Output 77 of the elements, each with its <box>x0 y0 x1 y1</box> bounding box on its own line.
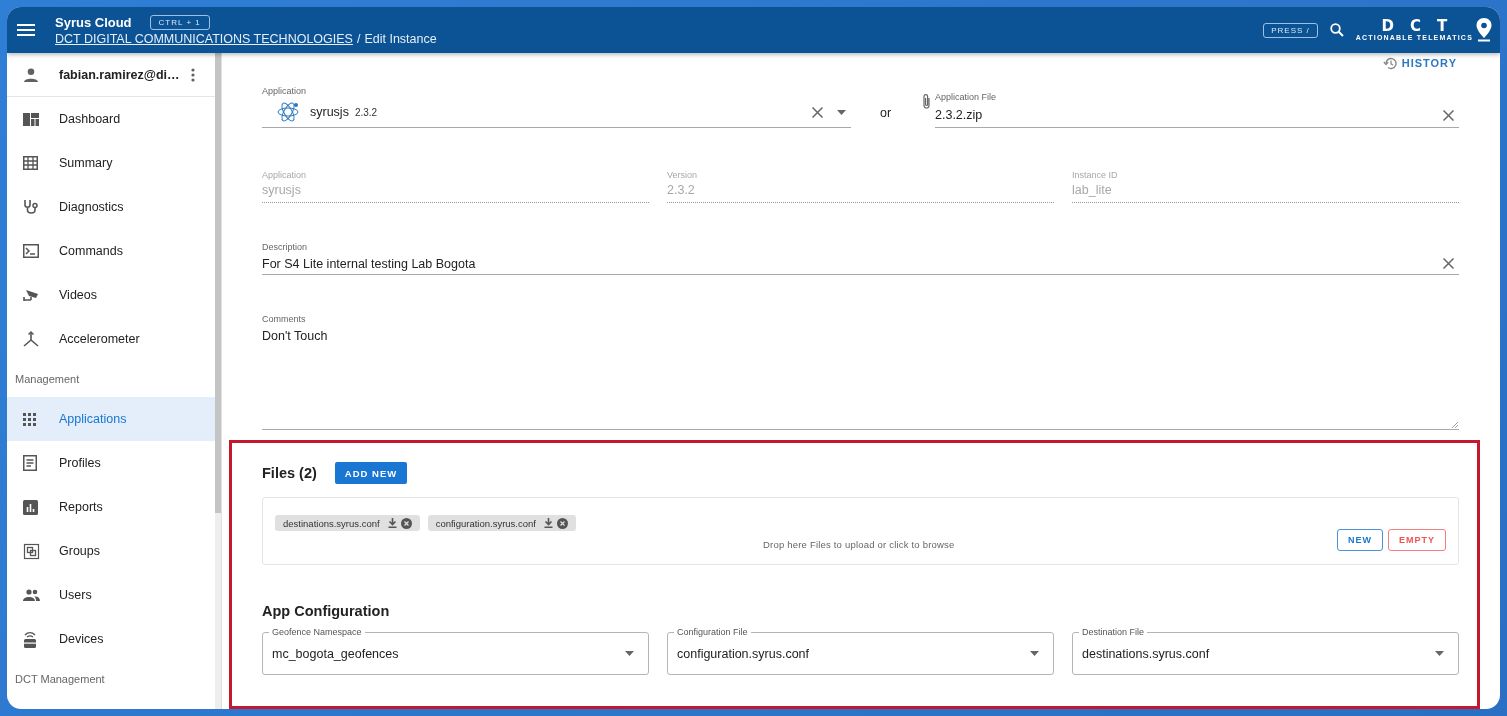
sidebar-item[interactable]: Applications <box>7 397 215 441</box>
add-new-button[interactable]: ADD NEW <box>334 462 408 484</box>
atom-logo-icon <box>276 101 300 123</box>
files-heading: Files (2) <box>262 465 317 481</box>
more-vertical-icon[interactable] <box>191 67 195 82</box>
shortcut-hint: CTRL + 1 <box>149 14 210 30</box>
app-configuration-heading: App Configuration <box>262 603 391 619</box>
groups-icon <box>23 542 40 560</box>
file-dropzone[interactable]: destinations.syrus.conf configuration.syrus.conf Drop here Files to upload or click to browse NEW EMPTY <box>262 497 1459 565</box>
sidebar-item[interactable]: Devices <box>7 617 215 661</box>
bar-chart-icon <box>23 499 38 515</box>
sidebar-item[interactable]: Commands <box>7 229 215 273</box>
breadcrumb-separator: / <box>356 31 361 46</box>
dropzone-hint: Drop here Files to upload or click to browse <box>763 538 955 550</box>
application-version: 2.3.2 <box>354 106 378 118</box>
readonly-field: Instance ID lab_lite <box>1072 166 1459 203</box>
download-icon[interactable] <box>387 518 397 528</box>
description-field[interactable]: Description For S4 Lite internal testing Lab Bogota <box>262 241 1459 275</box>
sidebar-item[interactable]: Accelerometer <box>7 317 215 361</box>
app-title: Syrus Cloud <box>55 14 132 30</box>
sidebar-item[interactable]: Users <box>7 573 215 617</box>
clear-icon[interactable] <box>1443 109 1454 121</box>
readonly-field: Version 2.3.2 <box>667 166 1054 203</box>
table-icon <box>23 156 38 170</box>
person-icon <box>24 67 38 82</box>
axes-icon <box>23 331 39 347</box>
dashboard-icon <box>23 112 39 126</box>
caret-icon[interactable] <box>1030 651 1039 656</box>
remove-icon[interactable] <box>557 517 568 529</box>
sidebar-item[interactable]: Groups <box>7 529 215 573</box>
comments-textarea[interactable]: Comments Don't Touch <box>262 313 1459 430</box>
empty-button[interactable]: EMPTY <box>1388 529 1446 551</box>
clear-icon[interactable] <box>1443 258 1454 269</box>
caret-icon[interactable] <box>837 109 846 115</box>
menu-icon[interactable] <box>17 24 35 36</box>
history-link[interactable]: HISTORY <box>1382 56 1457 70</box>
caret-icon[interactable] <box>625 651 634 656</box>
sidebar-section-heading: Management <box>14 372 81 387</box>
caret-icon[interactable] <box>1435 651 1444 656</box>
user-email: fabian.ramirez@di… <box>59 67 181 82</box>
sidebar-item[interactable]: Dashboard <box>7 97 215 141</box>
new-button[interactable]: NEW <box>1337 529 1383 551</box>
stethoscope-icon <box>23 199 39 215</box>
sidebar-item[interactable]: Summary <box>7 141 215 185</box>
file-name: destinations.syrus.conf <box>283 517 380 529</box>
sidebar-section-heading: DCT Management <box>14 672 106 687</box>
logo-wordmark: DCT <box>1380 19 1465 33</box>
clear-icon[interactable] <box>812 106 823 118</box>
application-file-field[interactable]: Application File 2.3.2.zip <box>935 85 1459 128</box>
resize-grip-icon[interactable] <box>1452 422 1458 428</box>
or-text: or <box>878 105 893 120</box>
breadcrumb-link[interactable]: DCT DIGITAL COMMUNICATIONS TECHNOLOGIES <box>55 31 353 46</box>
document-icon <box>23 455 37 471</box>
sidebar-item[interactable]: Reports <box>7 485 215 529</box>
sidebar-item[interactable]: Diagnostics <box>7 185 215 229</box>
application-name: syrusjs <box>310 105 349 119</box>
grid-icon <box>23 412 36 426</box>
readonly-field: Application syrusjs <box>262 166 649 203</box>
remove-icon[interactable] <box>400 517 412 529</box>
scrollbar[interactable] <box>215 53 222 709</box>
sidebar-item[interactable]: Profiles <box>7 441 215 485</box>
terminal-icon <box>23 244 39 258</box>
device-icon <box>23 630 37 648</box>
breadcrumb-current: Edit Instance <box>364 31 437 46</box>
paperclip-icon[interactable] <box>922 93 931 110</box>
location-pin-icon <box>1476 18 1492 42</box>
search-shortcut-hint: PRESS / <box>1263 22 1318 38</box>
sidebar-item[interactable]: Videos <box>7 273 215 317</box>
file-chip[interactable]: configuration.syrus.conf <box>427 515 576 531</box>
file-name: configuration.syrus.conf <box>435 517 536 529</box>
search-icon[interactable] <box>1329 23 1344 37</box>
history-icon <box>1382 56 1397 70</box>
application-select[interactable]: Application syrusjs 2.3.2 <box>262 85 851 128</box>
users-icon <box>23 589 40 601</box>
download-icon[interactable] <box>544 518 553 528</box>
camera-icon <box>23 289 39 301</box>
file-chip[interactable]: destinations.syrus.conf <box>275 515 420 531</box>
